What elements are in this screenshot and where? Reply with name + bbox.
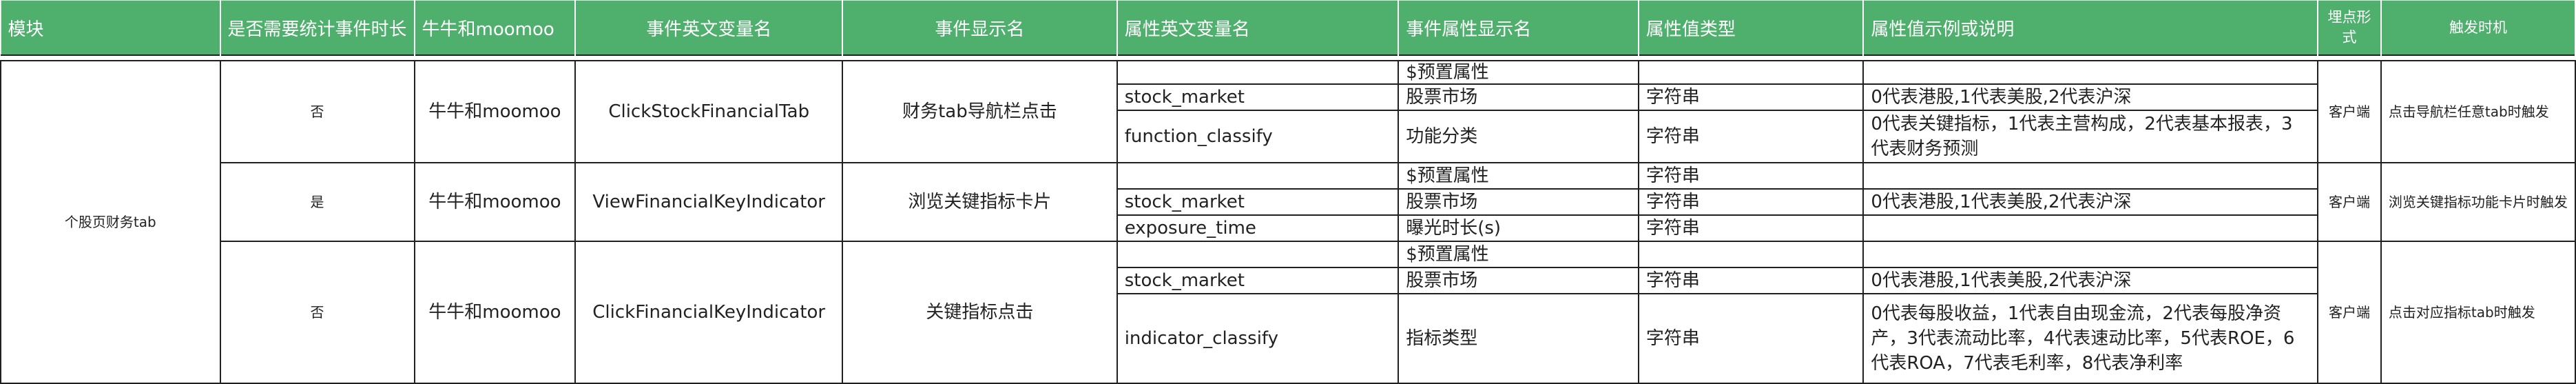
prop-name-cell[interactable]: $预置属性 [1398,241,1639,268]
prop-name-cell[interactable]: 股票市场 [1398,83,1639,111]
prop-var-cell[interactable]: stock_market [1116,83,1400,111]
value-example-cell[interactable] [1862,214,2318,242]
value-example-cell[interactable]: 0代表港股,1代表美股,2代表沪深 [1862,83,2318,111]
prop-var-cell[interactable] [1116,60,1400,85]
prop-var-cell[interactable] [1116,241,1400,268]
module-cell[interactable]: 个股页财务tab [0,60,221,384]
event-var-cell[interactable]: ClickFinancialKeyIndicator [574,241,844,384]
header-trigger[interactable]: 触发时机 [2380,0,2576,56]
event-var-cell[interactable]: ClickStockFinancialTab [574,60,844,163]
value-type-cell[interactable]: 字符串 [1637,267,1865,294]
header-event-name[interactable]: 事件显示名 [842,0,1118,56]
prop-var-cell[interactable]: stock_market [1116,267,1400,294]
value-type-cell[interactable]: 字符串 [1637,83,1865,111]
event-name-cell[interactable]: 浏览关键指标卡片 [842,162,1118,242]
product-cell[interactable]: 牛牛和moomoo [413,60,577,163]
header-track-form[interactable]: 埋点形式 [2317,0,2382,56]
header-product[interactable]: 牛牛和moomoo [414,0,577,56]
value-example-cell[interactable]: 0代表每股收益，1代表自由现金流，2代表每股净资产，3代表流动比率，4代表速动比… [1862,293,2318,384]
value-example-cell[interactable]: 0代表港股,1代表美股,2代表沪深 [1862,267,2318,294]
need-duration-cell[interactable]: 是 [219,162,415,242]
value-example-cell[interactable] [1862,162,2318,190]
value-type-cell[interactable] [1637,60,1865,85]
prop-name-cell[interactable]: 股票市场 [1398,188,1639,216]
prop-var-cell[interactable]: exposure_time [1116,214,1400,242]
prop-name-cell[interactable]: 股票市场 [1398,267,1639,294]
need-duration-cell[interactable]: 否 [219,241,415,384]
product-cell[interactable]: 牛牛和moomoo [413,162,577,242]
header-prop-name[interactable]: 事件属性显示名 [1398,0,1639,56]
prop-name-cell[interactable]: 曝光时长(s) [1398,214,1639,242]
track-form-cell[interactable]: 客户端 [2317,162,2382,242]
header-value-example[interactable]: 属性值示例或说明 [1862,0,2318,56]
value-example-cell[interactable]: 0代表港股,1代表美股,2代表沪深 [1862,188,2318,216]
value-type-cell[interactable]: 字符串 [1637,110,1865,163]
table-row: 否 牛牛和moomoo ClickFinancialKeyIndicator 关… [1,241,2576,384]
value-example-cell[interactable] [1862,60,2318,85]
value-example-cell[interactable] [1862,241,2318,268]
table-row: 是 牛牛和moomoo ViewFinancialKeyIndicator 浏览… [1,162,2576,242]
header-module[interactable]: 模块 [0,0,221,56]
value-example-cell[interactable]: 0代表关键指标，1代表主营构成，2代表基本报表，3代表财务预测 [1862,110,2318,163]
trigger-cell[interactable]: 点击对应指标tab时触发 [2380,241,2576,384]
need-duration-cell[interactable]: 否 [219,60,415,163]
trigger-cell[interactable]: 点击导航栏任意tab时触发 [2380,60,2576,163]
spreadsheet: 模块 是否需要统计事件时长 牛牛和moomoo 事件英文变量名 事件显示名 属性… [0,0,2576,384]
prop-name-cell[interactable]: 功能分类 [1398,110,1639,163]
prop-name-cell[interactable]: $预置属性 [1398,162,1639,190]
prop-name-cell[interactable]: 指标类型 [1398,293,1639,384]
header-event-var[interactable]: 事件英文变量名 [574,0,844,56]
table-row: 个股页财务tab 否 牛牛和moomoo ClickStockFinancial… [0,60,2576,384]
spacer-row [1,54,2575,61]
header-value-type[interactable]: 属性值类型 [1638,0,1865,56]
product-cell[interactable]: 牛牛和moomoo [413,241,577,384]
value-type-cell[interactable] [1637,241,1865,268]
prop-var-cell[interactable]: indicator_classify [1116,293,1400,384]
prop-var-cell[interactable] [1116,162,1400,190]
prop-var-cell[interactable]: function_classify [1116,110,1400,163]
event-name-cell[interactable]: 关键指标点击 [842,241,1118,384]
track-form-cell[interactable]: 客户端 [2317,241,2382,384]
header-prop-var[interactable]: 属性英文变量名 [1116,0,1400,56]
event-var-cell[interactable]: ViewFinancialKeyIndicator [574,162,844,242]
value-type-cell[interactable]: 字符串 [1637,214,1865,242]
track-form-cell[interactable]: 客户端 [2317,60,2382,163]
value-type-cell[interactable]: 字符串 [1637,188,1865,216]
event-name-cell[interactable]: 财务tab导航栏点击 [842,60,1118,163]
prop-var-cell[interactable]: stock_market [1116,188,1400,216]
tracking-spec-table: 模块 是否需要统计事件时长 牛牛和moomoo 事件英文变量名 事件显示名 属性… [0,0,2576,384]
header-row: 模块 是否需要统计事件时长 牛牛和moomoo 事件英文变量名 事件显示名 属性… [0,0,2576,56]
prop-name-cell[interactable]: $预置属性 [1398,60,1639,85]
header-need-duration[interactable]: 是否需要统计事件时长 [220,0,415,56]
value-type-cell[interactable]: 字符串 [1637,293,1865,384]
value-type-cell[interactable]: 字符串 [1637,162,1865,190]
trigger-cell[interactable]: 浏览关键指标功能卡片时触发 [2380,162,2576,242]
